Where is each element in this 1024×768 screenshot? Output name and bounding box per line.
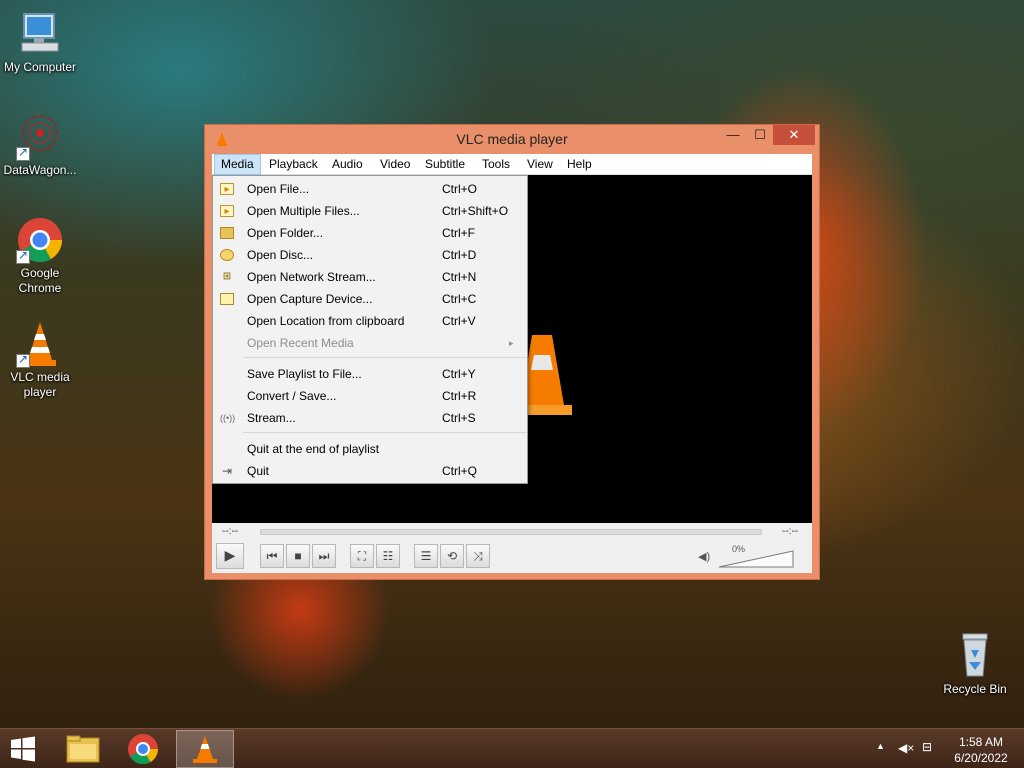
play-button[interactable]: ▶	[216, 543, 244, 569]
previous-button[interactable]: ⏮	[260, 544, 284, 568]
desktop-icon-vlc[interactable]: VLC media player	[0, 320, 80, 400]
desktop-icon-label: Google Chrome	[18, 266, 62, 295]
fullscreen-icon: ⛶	[357, 549, 367, 563]
desktop-icon-google-chrome[interactable]: Google Chrome	[0, 216, 80, 296]
menu-media[interactable]: Media	[214, 154, 261, 175]
quit-icon: ⇥	[221, 464, 233, 478]
menu-help[interactable]: Help	[561, 154, 598, 175]
play-icon: ▶	[224, 547, 236, 563]
file-icon: ▸	[220, 183, 234, 195]
menu-item-open-recent-media[interactable]: Open Recent Media ▸	[213, 332, 527, 354]
maximize-button[interactable]: ☐	[747, 125, 773, 145]
elapsed-time: --:--	[222, 526, 239, 537]
menu-video[interactable]: Video	[374, 154, 416, 175]
start-button[interactable]	[8, 736, 38, 762]
previous-icon: ⏮	[266, 549, 278, 563]
menu-item-save-playlist[interactable]: Save Playlist to File... Ctrl+Y	[213, 363, 527, 385]
fullscreen-button[interactable]: ⛶	[350, 544, 374, 568]
menu-item-open-network-stream[interactable]: ⊞ Open Network Stream... Ctrl+N	[213, 266, 527, 288]
next-button[interactable]: ⏭	[312, 544, 336, 568]
menu-item-convert-save[interactable]: Convert / Save... Ctrl+R	[213, 385, 527, 407]
shuffle-button[interactable]: ⤨	[466, 544, 490, 568]
vlc-cone-icon	[193, 736, 217, 763]
extended-settings-button[interactable]: ☷	[376, 544, 400, 568]
desktop-icon-label: My Computer	[3, 60, 77, 74]
playlist-button[interactable]: ☰	[414, 544, 438, 568]
mute-icon[interactable]: ◀)	[698, 550, 710, 563]
submenu-arrow-icon: ▸	[509, 338, 514, 348]
menu-item-quit-end-playlist[interactable]: Quit at the end of playlist	[213, 438, 527, 460]
remaining-time: --:--	[782, 526, 799, 537]
title-bar[interactable]: VLC media player — ☐ ✕	[205, 125, 819, 153]
chrome-icon	[16, 216, 64, 264]
windows-logo-icon	[11, 736, 35, 762]
taskbar-vlc[interactable]	[176, 730, 234, 768]
show-hidden-icons-icon[interactable]: ▲	[876, 741, 885, 751]
menu-subtitle[interactable]: Subtitle	[419, 154, 471, 175]
folder-icon	[220, 227, 234, 239]
menu-tools[interactable]: Tools	[476, 154, 516, 175]
desktop-icon-label: VLC media player	[10, 370, 70, 399]
menu-item-open-folder[interactable]: Open Folder... Ctrl+F	[213, 222, 527, 244]
seek-row: --:-- --:--	[212, 523, 812, 541]
desktop-icon-my-computer[interactable]: My Computer	[0, 10, 80, 75]
desktop-icon-label: DataWagon...	[3, 163, 77, 177]
disc-icon	[220, 249, 234, 261]
menu-item-open-location-clipboard[interactable]: Open Location from clipboard Ctrl+V	[213, 310, 527, 332]
menu-item-open-file[interactable]: ▸ Open File... Ctrl+O	[213, 178, 527, 200]
network-icon[interactable]: ⊟	[922, 740, 932, 754]
desktop-icon-datawagon[interactable]: DataWagon...	[0, 113, 80, 178]
taskbar-file-explorer[interactable]	[54, 730, 112, 768]
menu-separator	[243, 357, 527, 358]
equalizer-icon: ☷	[382, 549, 394, 563]
desktop-icon-recycle-bin[interactable]: Recycle Bin	[935, 632, 1015, 697]
desktop-icon-label: Recycle Bin	[943, 682, 1007, 696]
shortcut-arrow-icon	[16, 248, 30, 264]
loop-button[interactable]: ⟲	[440, 544, 464, 568]
chrome-icon	[128, 734, 158, 765]
vlc-cone-icon	[16, 320, 64, 368]
recycle-bin-icon	[951, 632, 999, 680]
menu-item-open-multiple-files[interactable]: ▸ Open Multiple Files... Ctrl+Shift+O	[213, 200, 527, 222]
controls-row: ▶ ⏮ ■ ⏭ ⛶ ☷ ☰ ⟲ ⤨ ◀) 0%	[212, 543, 812, 573]
files-icon: ▸	[220, 205, 234, 217]
menu-playback[interactable]: Playback	[263, 154, 324, 175]
volume-muted-icon[interactable]: ◀×	[898, 741, 914, 755]
menu-item-open-capture-device[interactable]: Open Capture Device... Ctrl+C	[213, 288, 527, 310]
menu-separator	[243, 432, 527, 433]
menu-view[interactable]: View	[521, 154, 559, 175]
playlist-icon: ☰	[420, 549, 432, 563]
taskbar: ▲ ◀× ⊟ 1:58 AM 6/20/2022	[0, 728, 1024, 768]
shuffle-icon: ⤨	[473, 549, 483, 563]
datawagon-icon	[16, 113, 64, 161]
shortcut-arrow-icon	[16, 145, 30, 161]
clock-time: 1:58 AM	[958, 735, 1004, 749]
loop-icon: ⟲	[446, 549, 458, 563]
menu-item-stream[interactable]: ((•)) Stream... Ctrl+S	[213, 407, 527, 429]
folder-icon	[66, 735, 100, 763]
menu-item-open-disc[interactable]: Open Disc... Ctrl+D	[213, 244, 527, 266]
stop-button[interactable]: ■	[286, 544, 310, 568]
clock-date: 6/20/2022	[954, 751, 1008, 765]
shortcut-arrow-icon	[16, 352, 30, 368]
taskbar-chrome[interactable]	[114, 730, 172, 768]
media-menu-dropdown: ▸ Open File... Ctrl+O ▸ Open Multiple Fi…	[212, 175, 528, 484]
network-icon: ⊞	[222, 271, 232, 282]
stream-icon: ((•))	[220, 413, 236, 423]
computer-icon	[16, 10, 64, 58]
menu-item-quit[interactable]: ⇥ Quit Ctrl+Q	[213, 460, 527, 482]
menu-bar: Media Playback Audio Video Subtitle Tool…	[212, 154, 812, 175]
seek-slider[interactable]	[260, 529, 762, 535]
next-icon: ⏭	[318, 549, 330, 563]
stop-icon: ■	[294, 549, 302, 563]
capture-icon	[220, 293, 234, 305]
system-clock[interactable]: 1:58 AM 6/20/2022	[950, 734, 1012, 766]
volume-slider[interactable]	[718, 550, 794, 568]
close-button[interactable]: ✕	[773, 125, 815, 145]
menu-audio[interactable]: Audio	[326, 154, 369, 175]
minimize-button[interactable]: —	[719, 125, 747, 145]
